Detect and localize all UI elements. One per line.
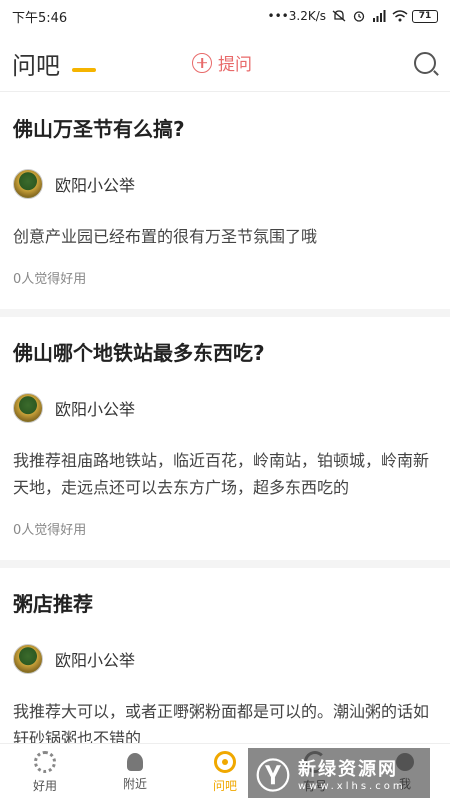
watermark-text: 新绿资源网 www.xlhs.com (298, 755, 406, 792)
tab-label: 问吧 (212, 778, 237, 793)
wifi-icon (392, 10, 408, 22)
network-speed: •••3.2K/s (267, 9, 326, 23)
avatar[interactable] (13, 393, 43, 423)
watermark-main: 新绿资源网 (298, 758, 398, 780)
thumb-icon (34, 750, 56, 773)
watermark-logo-icon: Ⓨ (256, 757, 290, 796)
answer-text[interactable]: 我推荐祖庙路地铁站，临近百花，岭南站，铂顿城，岭南新天地，走远点还可以去东方广场… (13, 447, 437, 501)
answer-text[interactable]: 我推荐大可以，或者正嘢粥粉面都是可以的。潮汕粥的话如轩砂锅粥也不错的 (13, 698, 437, 743)
avatar[interactable] (13, 644, 43, 674)
question-card[interactable]: 粥店推荐 欧阳小公举 我推荐大可以，或者正嘢粥粉面都是可以的。潮汕粥的话如轩砂锅… (0, 568, 450, 743)
answer-text[interactable]: 创意产业园已经布置的很有万圣节氛围了哦 (13, 223, 437, 250)
wenba-icon (214, 750, 236, 773)
author-row[interactable]: 欧阳小公举 (13, 169, 437, 199)
search-icon[interactable] (414, 52, 436, 74)
alarm-icon (352, 10, 366, 22)
tab-label: 附近 (122, 776, 147, 791)
watermark-sub: www.xlhs.com (298, 780, 406, 792)
likes-count: 0人觉得好用 (13, 272, 87, 287)
question-title[interactable]: 佛山哪个地铁站最多东西吃? (13, 339, 437, 367)
mute-icon (332, 10, 346, 22)
author-row[interactable]: 欧阳小公举 (13, 644, 437, 674)
avatar[interactable] (13, 169, 43, 199)
watermark-overlay: Ⓨ 新绿资源网 www.xlhs.com (248, 748, 430, 798)
question-title[interactable]: 粥店推荐 (13, 590, 437, 618)
question-title[interactable]: 佛山万圣节有么搞? (13, 115, 437, 143)
signal-icon (372, 10, 386, 22)
tab-label: 好用 (32, 778, 57, 793)
status-icons: •••3.2K/s 71 (268, 9, 438, 23)
ask-question-button[interactable]: 提问 (192, 50, 252, 75)
status-time: 下午5:46 (12, 10, 68, 26)
author-name[interactable]: 欧阳小公举 (55, 396, 135, 420)
author-row[interactable]: 欧阳小公举 (13, 393, 437, 423)
header: 问吧 提问 (0, 36, 450, 92)
author-name[interactable]: 欧阳小公举 (55, 647, 135, 671)
question-feed[interactable]: 佛山万圣节有么搞? 欧阳小公举 创意产业园已经布置的很有万圣节氛围了哦 0人觉得… (0, 93, 450, 743)
question-card[interactable]: 佛山万圣节有么搞? 欧阳小公举 创意产业园已经布置的很有万圣节氛围了哦 0人觉得… (0, 93, 450, 317)
plus-circle-icon (192, 52, 212, 73)
tab-nearby[interactable]: 附近 (90, 744, 180, 800)
likes-count: 0人觉得好用 (13, 523, 87, 538)
title-accent-bar (72, 67, 96, 72)
tab-good[interactable]: 好用 (0, 744, 90, 800)
location-icon (127, 752, 143, 771)
page-title: 问吧 (12, 52, 60, 80)
status-bar: 下午5:46 •••3.2K/s 71 (0, 0, 450, 32)
ask-label: 提问 (218, 55, 252, 75)
author-name[interactable]: 欧阳小公举 (55, 172, 135, 196)
battery-icon: 71 (412, 9, 438, 23)
question-card[interactable]: 佛山哪个地铁站最多东西吃? 欧阳小公举 我推荐祖庙路地铁站，临近百花，岭南站，铂… (0, 317, 450, 568)
